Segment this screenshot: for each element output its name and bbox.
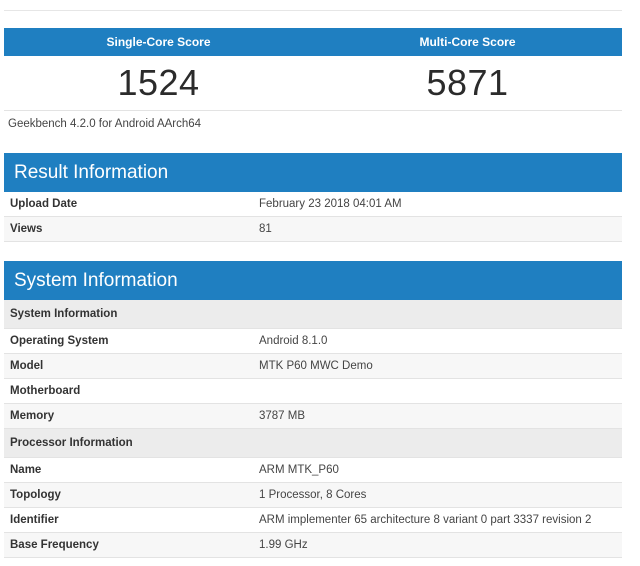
table-row: Motherboard <box>4 379 622 404</box>
table-row: Memory 3787 MB <box>4 404 622 429</box>
result-information-section: Result Information Upload Date February … <box>4 153 622 242</box>
row-value: 1.99 GHz <box>259 539 308 551</box>
table-row: Upload Date February 23 2018 04:01 AM <box>4 192 622 217</box>
row-label: Memory <box>10 410 55 422</box>
row-value: 1 Processor, 8 Cores <box>259 489 367 501</box>
top-divider <box>4 10 622 11</box>
row-value: ARM MTK_P60 <box>259 464 339 476</box>
row-value: ARM implementer 65 architecture 8 varian… <box>259 514 592 526</box>
table-row: Base Frequency 1.99 GHz <box>4 533 622 558</box>
table-row: Views 81 <box>4 217 622 242</box>
row-value: 3787 MB <box>259 410 306 422</box>
row-value: 81 <box>259 223 272 235</box>
row-value <box>259 379 622 403</box>
single-core-score-label: Single-Core Score <box>106 35 211 49</box>
subsection-title: System Information <box>10 308 118 320</box>
row-label: Views <box>10 223 43 235</box>
table-row: Topology 1 Processor, 8 Cores <box>4 483 622 508</box>
row-value: Android 8.1.0 <box>259 335 328 347</box>
subsection-header: System Information <box>4 300 622 329</box>
system-information-title: System Information <box>4 261 622 300</box>
system-information-section: System Information System Information Op… <box>4 261 622 558</box>
single-core-score-value: 1524 <box>117 62 200 103</box>
score-header: Single-Core Score Multi-Core Score <box>4 28 622 56</box>
multi-core-score-value: 5871 <box>426 62 509 103</box>
row-label: Topology <box>10 489 61 501</box>
benchmark-version: Geekbench 4.2.0 for Android AArch64 <box>8 118 202 130</box>
row-label: Model <box>10 360 44 372</box>
subsection-title: Processor Information <box>10 437 133 449</box>
table-row: Operating System Android 8.1.0 <box>4 329 622 354</box>
table-row: Model MTK P60 MWC Demo <box>4 354 622 379</box>
result-information-title: Result Information <box>4 153 622 192</box>
row-label: Base Frequency <box>10 539 99 551</box>
row-label: Upload Date <box>10 198 78 210</box>
row-value: February 23 2018 04:01 AM <box>259 198 402 210</box>
row-label: Name <box>10 464 42 476</box>
row-label: Identifier <box>10 514 59 526</box>
table-row: Identifier ARM implementer 65 architectu… <box>4 508 622 533</box>
row-value: MTK P60 MWC Demo <box>259 360 373 372</box>
table-row: Name ARM MTK_P60 <box>4 458 622 483</box>
row-label: Operating System <box>10 335 109 347</box>
score-panel: Single-Core Score Multi-Core Score 1524 … <box>4 28 622 111</box>
subsection-header: Processor Information <box>4 429 622 458</box>
row-label: Motherboard <box>10 385 81 397</box>
multi-core-score-label: Multi-Core Score <box>419 35 516 49</box>
score-values: 1524 5871 <box>4 56 622 111</box>
